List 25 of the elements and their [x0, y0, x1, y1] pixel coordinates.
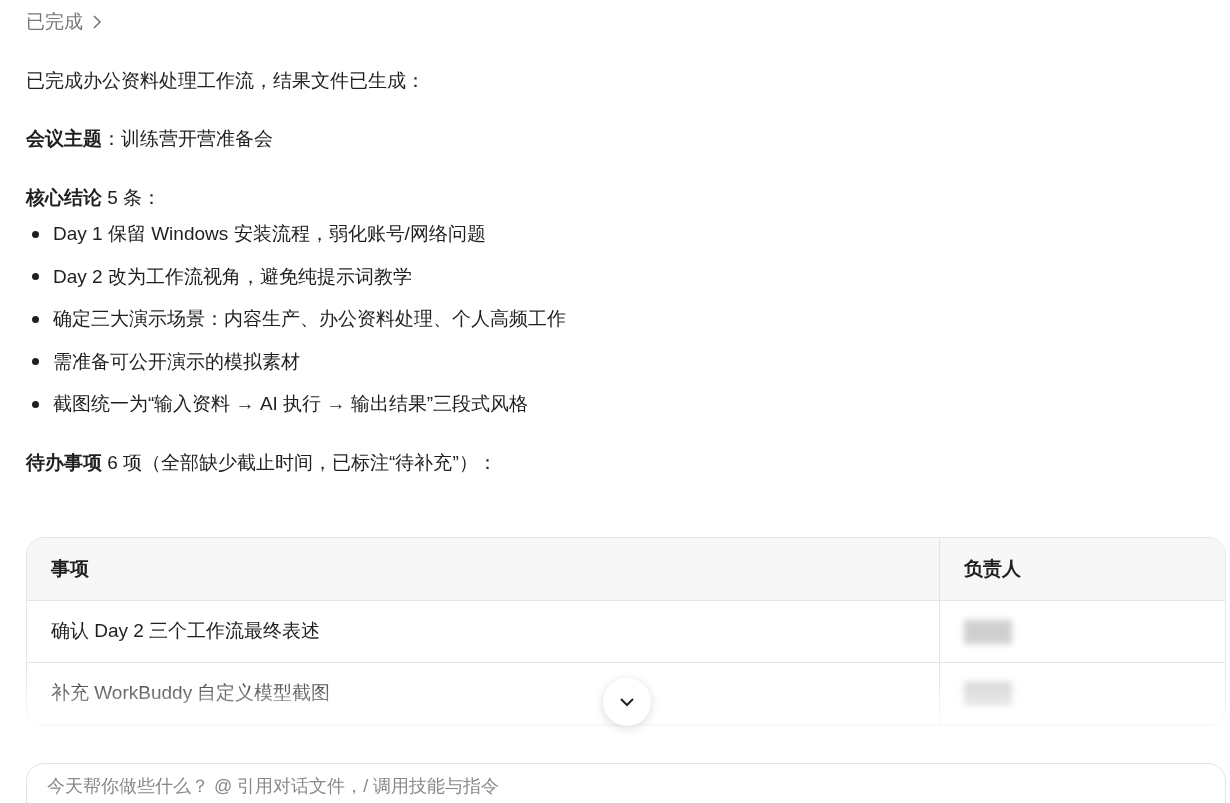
bullet-icon	[32, 315, 39, 323]
topic-text: 会议主题：训练营开营准备会	[26, 127, 274, 151]
message-input[interactable]: 今天帮你做些什么？ @ 引用对话文件，/ 调用技能与指令	[26, 763, 1226, 803]
column-header: 事项	[27, 538, 940, 600]
summary-text: 已完成办公资料处理工作流，结果文件已生成：	[26, 68, 426, 93]
status-link[interactable]: 已完成	[26, 8, 103, 37]
bullet-icon	[32, 273, 39, 281]
bullet-icon	[32, 400, 39, 408]
conclusion-item: 需准备可公开演示的模拟素材	[53, 349, 300, 374]
todos-heading: 待办事项 6 项（全部缺少截止时间，已标注“待补充”）：	[26, 450, 498, 475]
table-cell-text: 补充 WorkBuddy 自定义模型截图	[51, 681, 331, 706]
bullet-icon	[32, 358, 39, 366]
chevron-down-icon	[619, 697, 635, 707]
column-header: 负责人	[963, 556, 1021, 581]
conclusion-item: 确定三大演示场景：内容生产、办公资料处理、个人高频工作	[53, 307, 566, 331]
redacted-block	[964, 681, 1012, 706]
table-cell-text: 确认 Day 2 三个工作流最终表述	[51, 619, 321, 644]
conclusion-item: Day 2 改为工作流视角，避免纯提示词教学	[53, 264, 412, 289]
conclusions-heading: 核心结论 5 条：	[26, 185, 163, 210]
redacted-block	[964, 619, 1012, 644]
conclusion-item: Day 1 保留 Windows 安装流程，弱化账号/网络问题	[53, 222, 486, 246]
bullet-icon	[32, 230, 39, 238]
chevron-right-icon	[91, 14, 103, 31]
conclusion-item: 截图统一为“输入资料 → AI 执行 → 输出结果”三段式风格	[53, 392, 528, 416]
scroll-down-button[interactable]	[603, 678, 651, 726]
